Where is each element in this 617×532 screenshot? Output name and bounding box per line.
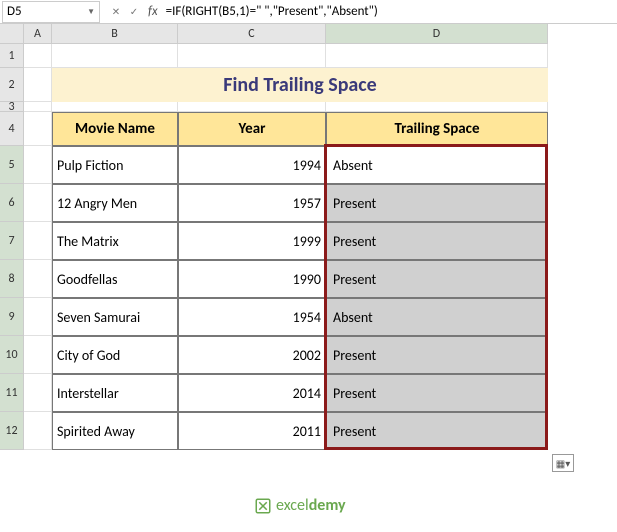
cell-d7[interactable]: Present xyxy=(326,222,548,260)
row-header-8[interactable]: 8 xyxy=(0,260,24,298)
cell-c10[interactable]: 2002 xyxy=(178,336,326,374)
enter-icon[interactable]: ✓ xyxy=(126,5,142,18)
cell-a6[interactable] xyxy=(24,184,52,222)
cell-a2[interactable] xyxy=(24,68,52,102)
cell-c8[interactable]: 1990 xyxy=(178,260,326,298)
cell-b9[interactable]: Seven Samurai xyxy=(52,298,178,336)
select-all-corner[interactable] xyxy=(0,24,24,44)
row-header-11[interactable]: 11 xyxy=(0,374,24,412)
cell-d10[interactable]: Present xyxy=(326,336,548,374)
col-header-a[interactable]: A xyxy=(24,24,52,44)
formula-input[interactable]: =IF(RIGHT(B5,1)=" ","Present","Absent") xyxy=(164,4,617,19)
cell-b5[interactable]: Pulp Fiction xyxy=(52,146,178,184)
cell-d11[interactable]: Present xyxy=(326,374,548,412)
cell-d1[interactable] xyxy=(326,44,548,68)
cell-a9[interactable] xyxy=(24,298,52,336)
logo-brand: excel xyxy=(276,496,309,515)
cell-a4[interactable] xyxy=(24,112,52,146)
cell-b10[interactable]: City of God xyxy=(52,336,178,374)
row-header-9[interactable]: 9 xyxy=(0,298,24,336)
cell-b8[interactable]: Goodfellas xyxy=(52,260,178,298)
formula-bar-icons: ✕ ✓ xyxy=(102,5,148,18)
cell-a5[interactable] xyxy=(24,146,52,184)
col-header-b[interactable]: B xyxy=(52,24,178,44)
spreadsheet-grid: A B C D 1 2 3 4 5 6 7 8 9 10 11 12 xyxy=(0,24,617,450)
cell-c12[interactable]: 2011 xyxy=(178,412,326,450)
row-headers: 1 2 3 4 5 6 7 8 9 10 11 12 xyxy=(0,44,24,450)
cell-b6[interactable]: 12 Angry Men xyxy=(52,184,178,222)
header-trailing-space[interactable]: Trailing Space xyxy=(326,112,548,146)
cell-c7[interactable]: 1999 xyxy=(178,222,326,260)
col-header-c[interactable]: C xyxy=(178,24,326,44)
cell-c3[interactable] xyxy=(178,102,326,112)
title-cell[interactable]: Find Trailing Space xyxy=(52,68,548,102)
row-header-10[interactable]: 10 xyxy=(0,336,24,374)
name-box[interactable]: D5 ▼ xyxy=(2,1,100,23)
cell-d8[interactable]: Present xyxy=(326,260,548,298)
cell-d6[interactable]: Present xyxy=(326,184,548,222)
cell-d5[interactable]: Absent xyxy=(326,146,548,184)
logo-suffix: demy xyxy=(309,496,346,515)
cells-area[interactable]: Find Trailing Space Movie Name Year Trai… xyxy=(24,44,617,450)
cell-b11[interactable]: Interstellar xyxy=(52,374,178,412)
cell-c11[interactable]: 2014 xyxy=(178,374,326,412)
autofill-options-button[interactable]: ▦▾ xyxy=(552,454,574,472)
formula-bar-row: D5 ▼ ✕ ✓ fx =IF(RIGHT(B5,1)=" ","Present… xyxy=(0,0,617,24)
cell-b7[interactable]: The Matrix xyxy=(52,222,178,260)
chevron-down-icon[interactable]: ▼ xyxy=(87,7,95,17)
cell-a3[interactable] xyxy=(24,102,52,112)
cell-d12[interactable]: Present xyxy=(326,412,548,450)
autofill-options-icon: ▦▾ xyxy=(556,457,570,470)
cell-a10[interactable] xyxy=(24,336,52,374)
row-header-5[interactable]: 5 xyxy=(0,146,24,184)
column-headers: A B C D xyxy=(0,24,617,44)
cell-b12[interactable]: Spirited Away xyxy=(52,412,178,450)
cell-c1[interactable] xyxy=(178,44,326,68)
name-box-value: D5 xyxy=(7,4,22,19)
cell-c6[interactable]: 1957 xyxy=(178,184,326,222)
row-header-7[interactable]: 7 xyxy=(0,222,24,260)
cell-c9[interactable]: 1954 xyxy=(178,298,326,336)
logo-icon xyxy=(254,497,272,515)
cell-d3[interactable] xyxy=(326,102,548,112)
cell-b3[interactable] xyxy=(52,102,178,112)
cell-a12[interactable] xyxy=(24,412,52,450)
row-header-2[interactable]: 2 xyxy=(0,68,24,102)
exceldemy-logo: exceldemy xyxy=(254,496,346,515)
row-header-4[interactable]: 4 xyxy=(0,112,24,146)
header-movie-name[interactable]: Movie Name xyxy=(52,112,178,146)
fx-icon[interactable]: fx xyxy=(148,4,164,19)
row-header-1[interactable]: 1 xyxy=(0,44,24,68)
cell-c5[interactable]: 1994 xyxy=(178,146,326,184)
cell-b1[interactable] xyxy=(52,44,178,68)
cell-a8[interactable] xyxy=(24,260,52,298)
cell-d9[interactable]: Absent xyxy=(326,298,548,336)
col-header-d[interactable]: D xyxy=(326,24,548,44)
cell-a1[interactable] xyxy=(24,44,52,68)
cancel-icon[interactable]: ✕ xyxy=(108,5,124,18)
row-header-12[interactable]: 12 xyxy=(0,412,24,450)
logo-text: exceldemy xyxy=(276,496,346,515)
row-header-3[interactable]: 3 xyxy=(0,102,24,112)
header-year[interactable]: Year xyxy=(178,112,326,146)
row-header-6[interactable]: 6 xyxy=(0,184,24,222)
cell-a7[interactable] xyxy=(24,222,52,260)
cell-a11[interactable] xyxy=(24,374,52,412)
